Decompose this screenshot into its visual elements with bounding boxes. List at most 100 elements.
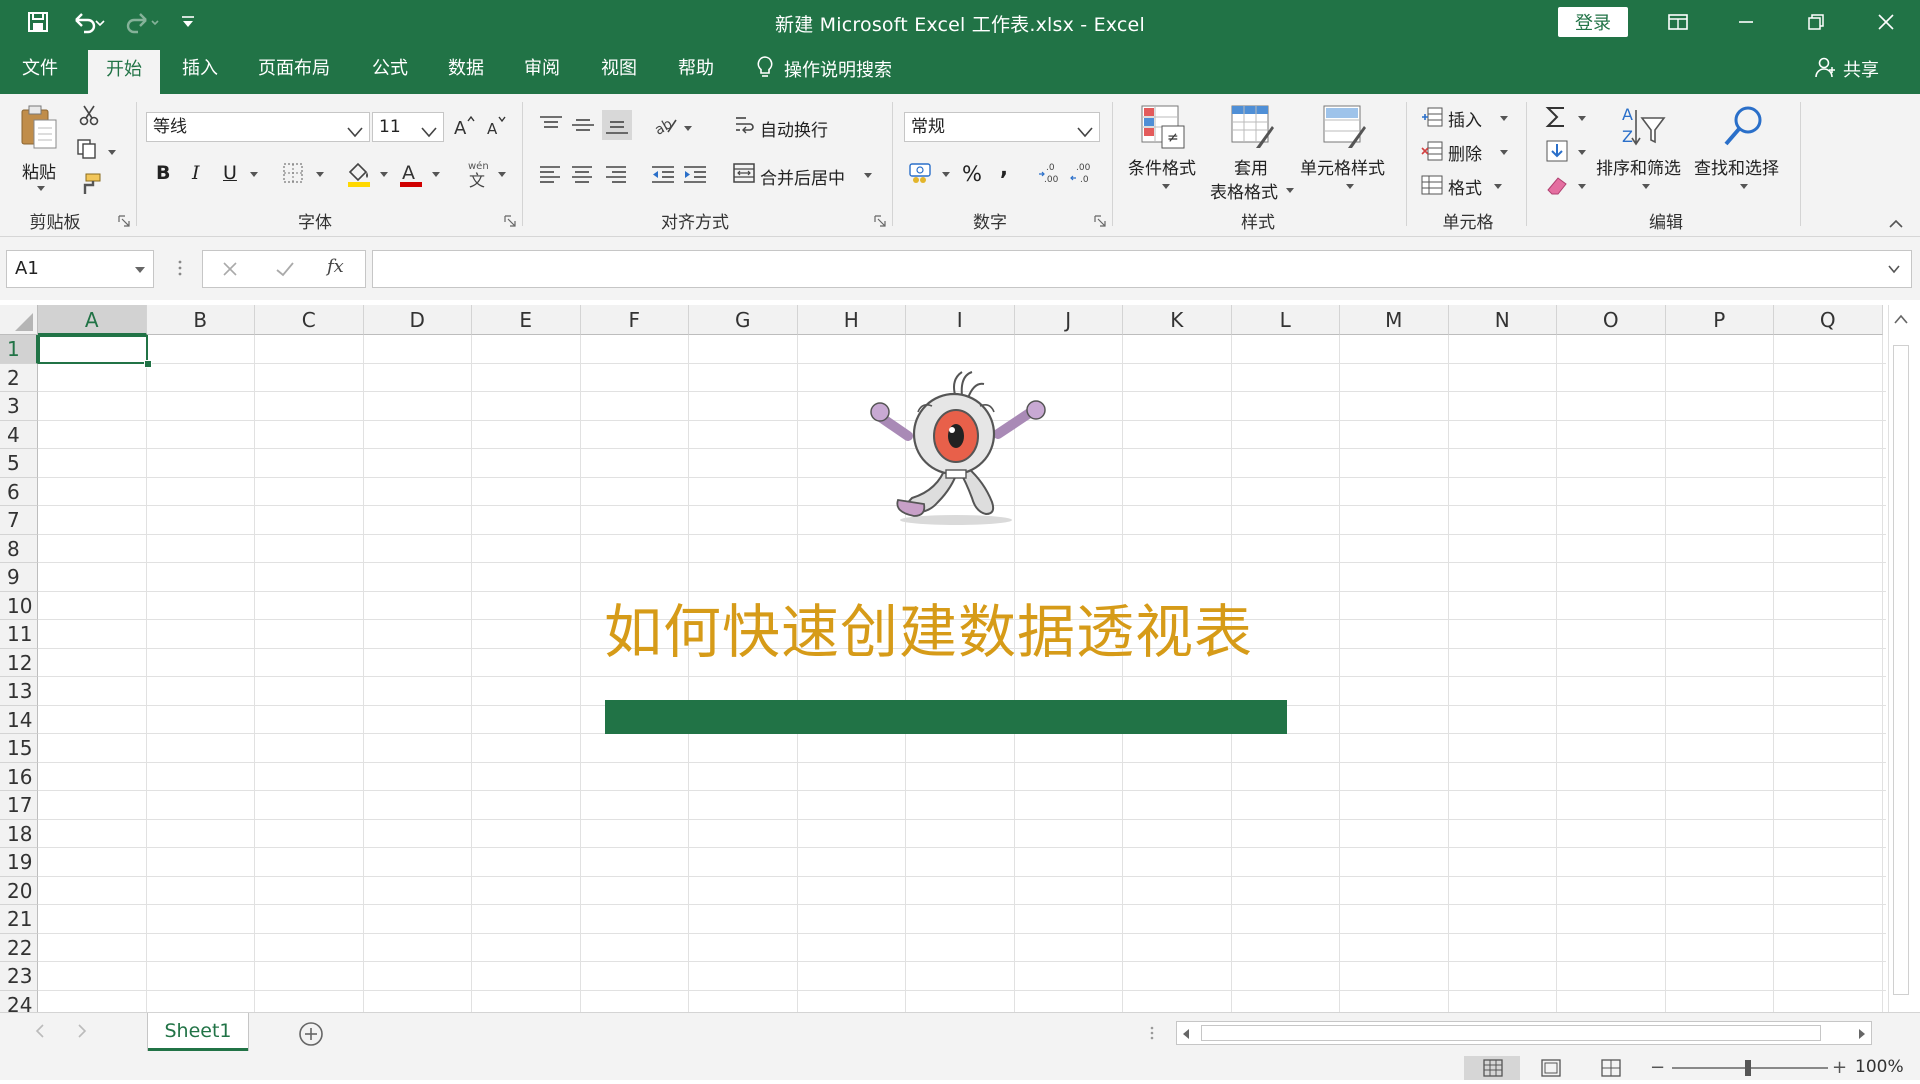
tell-me-search[interactable]: 操作说明搜索	[756, 44, 892, 94]
borders-icon[interactable]	[282, 162, 304, 188]
row-header[interactable]: 13	[0, 677, 38, 706]
column-header[interactable]: O	[1557, 305, 1666, 335]
paste-dropdown-icon[interactable]	[37, 186, 45, 191]
percent-style-button[interactable]: %	[962, 162, 982, 186]
column-header[interactable]: G	[689, 305, 798, 335]
login-button[interactable]: 登录	[1558, 7, 1628, 37]
merge-dropdown-icon[interactable]	[864, 173, 872, 178]
align-left-icon[interactable]	[538, 164, 562, 188]
fill-dropdown-icon[interactable]	[1578, 150, 1586, 155]
insert-dropdown-icon[interactable]	[1500, 116, 1508, 121]
font-size-combo[interactable]: 11	[372, 112, 444, 142]
bold-button[interactable]: B	[156, 162, 170, 184]
add-sheet-icon[interactable]	[298, 1021, 324, 1051]
font-color-icon[interactable]: A	[398, 160, 424, 192]
cell-styles-icon[interactable]	[1322, 104, 1368, 154]
cell-styles-dropdown-icon[interactable]	[1346, 184, 1354, 189]
row-header[interactable]: 16	[0, 762, 38, 791]
fill-color-dropdown-icon[interactable]	[380, 172, 388, 177]
share-button[interactable]: 共享	[1815, 44, 1879, 94]
underline-dropdown-icon[interactable]	[250, 172, 258, 177]
format-dropdown-icon[interactable]	[1494, 184, 1502, 189]
align-top-icon[interactable]	[538, 114, 564, 140]
row-header[interactable]: 22	[0, 933, 38, 962]
scroll-right-icon[interactable]	[1857, 1026, 1867, 1045]
enter-icon[interactable]	[275, 260, 295, 282]
scroll-left-icon[interactable]	[1181, 1026, 1191, 1045]
row-header[interactable]: 2	[0, 363, 38, 392]
sort-filter-dropdown-icon[interactable]	[1642, 184, 1650, 189]
column-header[interactable]: M	[1340, 305, 1449, 335]
format-as-table-dropdown-icon[interactable]	[1286, 188, 1294, 193]
name-box[interactable]: A1	[6, 250, 154, 288]
page-break-view-icon[interactable]	[1600, 1059, 1622, 1081]
font-name-combo[interactable]: 等线	[146, 112, 370, 142]
font-launcher-icon[interactable]	[504, 212, 516, 227]
cell-styles-button[interactable]: 单元格样式	[1300, 154, 1385, 179]
minimize-icon[interactable]	[1726, 8, 1766, 36]
tab-home[interactable]: 开始	[88, 50, 160, 94]
borders-dropdown-icon[interactable]	[316, 172, 324, 177]
row-header[interactable]: 5	[0, 449, 38, 478]
conditional-formatting-icon[interactable]: ≠	[1140, 104, 1186, 154]
align-bottom-icon[interactable]	[602, 110, 632, 140]
fill-handle[interactable]	[144, 360, 152, 368]
row-header[interactable]: 10	[0, 591, 38, 620]
column-header[interactable]: C	[255, 305, 364, 335]
row-header[interactable]: 4	[0, 420, 38, 449]
autosum-icon[interactable]	[1544, 104, 1570, 134]
format-as-table-label-1[interactable]: 套用	[1234, 154, 1268, 179]
column-header[interactable]: P	[1665, 305, 1774, 335]
formula-input[interactable]	[372, 250, 1912, 288]
row-header[interactable]: 17	[0, 791, 38, 820]
cut-icon[interactable]	[78, 104, 100, 130]
tab-help[interactable]: 帮助	[666, 44, 726, 94]
format-as-table-icon[interactable]	[1230, 104, 1276, 154]
copy-icon[interactable]	[76, 138, 100, 164]
zoom-level[interactable]: 100%	[1855, 1057, 1904, 1077]
tab-formulas[interactable]: 公式	[360, 44, 420, 94]
insert-cells-button[interactable]: 插入	[1448, 106, 1482, 131]
comma-style-button[interactable]: ,	[1000, 156, 1008, 180]
increase-decimal-icon[interactable]: .0.00	[1038, 160, 1064, 190]
row-header[interactable]: 18	[0, 819, 38, 848]
format-cells-icon[interactable]	[1420, 174, 1444, 200]
cancel-icon[interactable]	[221, 260, 239, 282]
row-header[interactable]: 15	[0, 734, 38, 763]
horizontal-scrollbar[interactable]	[1176, 1021, 1872, 1045]
collapse-ribbon-icon[interactable]	[1888, 214, 1904, 233]
increase-font-size-icon[interactable]: A	[452, 114, 476, 142]
sheet-tab-sheet1[interactable]: Sheet1	[148, 1013, 248, 1051]
zoom-slider-thumb[interactable]	[1745, 1060, 1751, 1076]
close-icon[interactable]	[1866, 8, 1906, 36]
align-middle-icon[interactable]	[570, 114, 596, 140]
column-header[interactable]: K	[1123, 305, 1232, 335]
row-header[interactable]: 8	[0, 534, 38, 563]
phonetic-guide-icon[interactable]: wén 文	[464, 158, 492, 192]
zoom-in-icon[interactable]: +	[1832, 1057, 1847, 1078]
increase-indent-icon[interactable]	[682, 164, 708, 188]
row-header[interactable]: 12	[0, 648, 38, 677]
column-header[interactable]: L	[1231, 305, 1340, 335]
column-header[interactable]: B	[146, 305, 255, 335]
expand-formula-bar-icon[interactable]	[1887, 261, 1901, 280]
decrease-font-size-icon[interactable]: A	[484, 114, 508, 142]
fill-color-icon[interactable]	[346, 160, 372, 192]
font-color-dropdown-icon[interactable]	[432, 172, 440, 177]
column-header[interactable]: F	[580, 305, 689, 335]
column-header[interactable]: Q	[1774, 305, 1883, 335]
column-header[interactable]: A	[38, 305, 147, 335]
merge-center-button[interactable]: 合并后居中	[760, 164, 845, 189]
tab-splitter-icon[interactable]	[1150, 1025, 1154, 1045]
underline-button[interactable]: U	[223, 162, 237, 184]
paste-icon[interactable]	[18, 104, 60, 154]
row-header[interactable]: 23	[0, 962, 38, 991]
row-header[interactable]: 11	[0, 620, 38, 649]
format-as-table-label-2[interactable]: 表格格式	[1210, 178, 1278, 203]
wrap-text-button[interactable]: 自动换行	[760, 116, 828, 141]
sort-filter-button[interactable]: 排序和筛选	[1596, 154, 1681, 179]
normal-view-icon[interactable]	[1464, 1056, 1520, 1080]
row-header[interactable]: 7	[0, 506, 38, 535]
column-header[interactable]: J	[1014, 305, 1123, 335]
number-launcher-icon[interactable]	[1094, 212, 1106, 227]
